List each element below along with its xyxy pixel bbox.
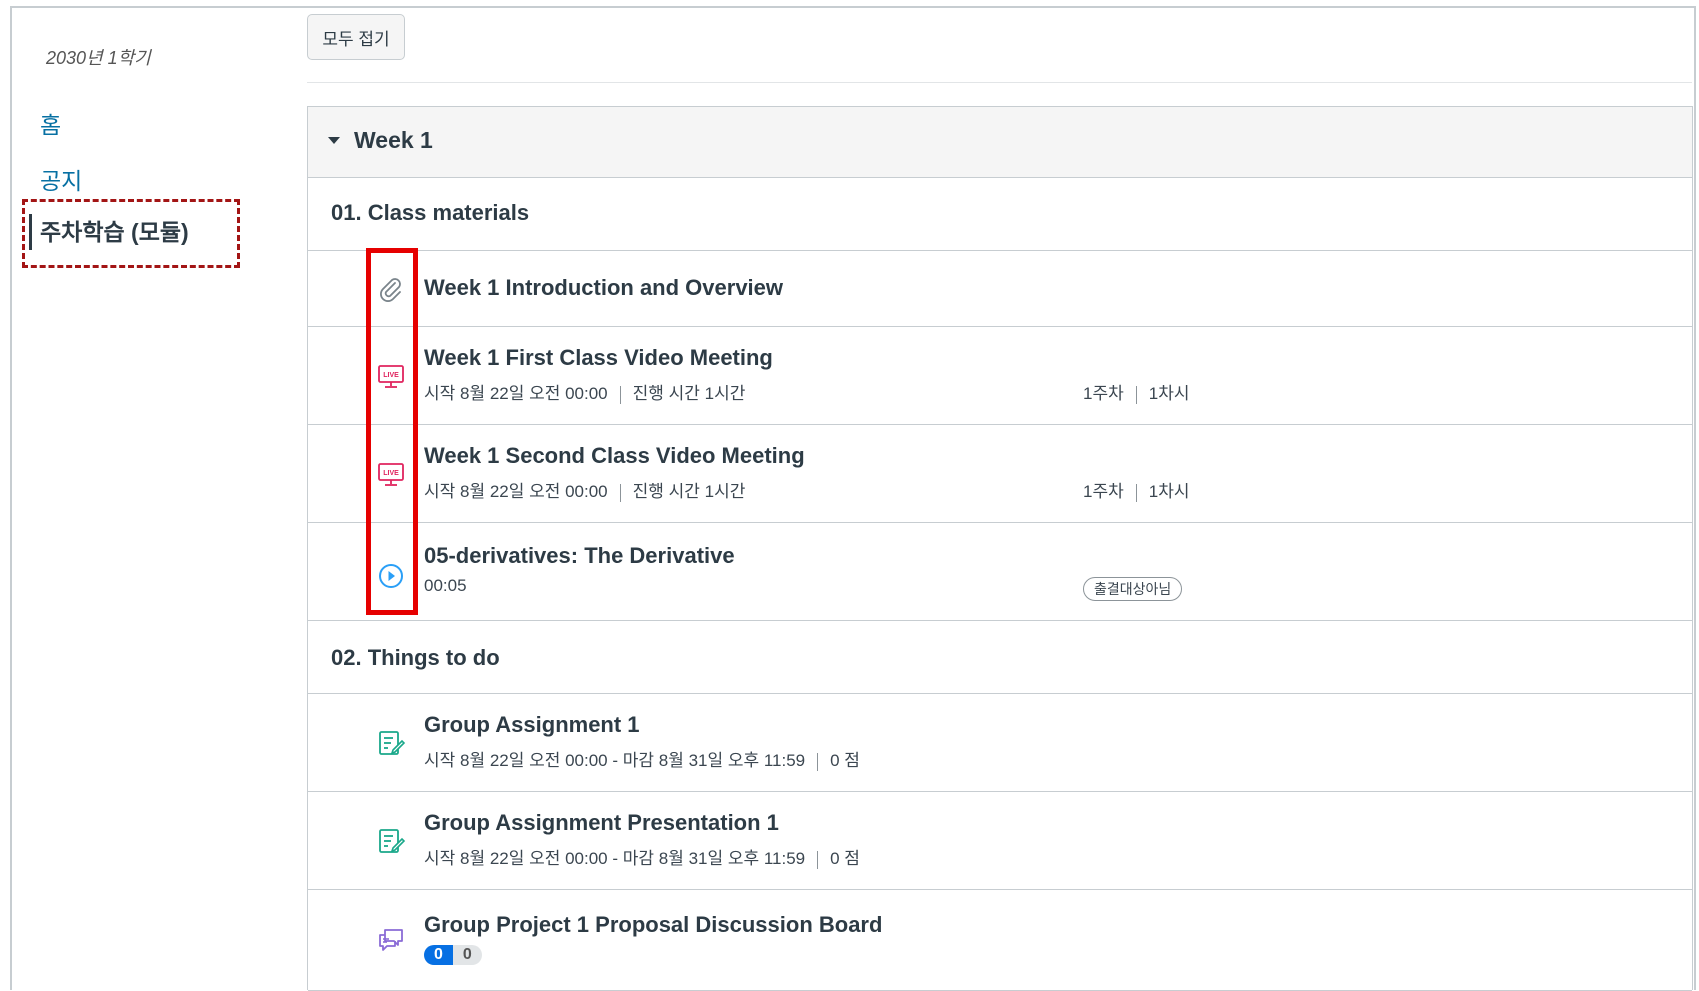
section-header: 02. Things to do bbox=[308, 621, 1692, 694]
caret-down-icon[interactable] bbox=[328, 137, 340, 144]
divider bbox=[307, 82, 1692, 83]
item-meta: 시작 8월 22일 오전 00:00 진행 시간 1시간 bbox=[424, 379, 745, 404]
item-title-link[interactable]: Week 1 Introduction and Overview bbox=[424, 275, 783, 301]
duration: 진행 시간 1시간 bbox=[632, 482, 746, 501]
nav-notice-link[interactable]: 공지 bbox=[40, 162, 82, 196]
week-label: 1주차 bbox=[1083, 482, 1124, 501]
points: 0 점 bbox=[830, 849, 860, 868]
item-meta: 시작 8월 22일 오전 00:00 - 마감 8월 31일 오후 11:59 0… bbox=[424, 746, 860, 771]
session-label: 1차시 bbox=[1148, 384, 1190, 403]
attendance-badge: 출결대상아님 bbox=[1083, 577, 1183, 601]
date-range: 시작 8월 22일 오전 00:00 - 마감 8월 31일 오후 11:59 bbox=[424, 751, 806, 770]
start-time: 시작 8월 22일 오전 00:00 bbox=[424, 482, 608, 501]
session-label: 1차시 bbox=[1148, 482, 1190, 501]
week-label: 1주차 bbox=[1083, 384, 1124, 403]
unread-count-badge: 0 bbox=[424, 945, 453, 965]
points: 0 점 bbox=[830, 751, 860, 770]
item-title-link[interactable]: Week 1 Second Class Video Meeting bbox=[424, 443, 805, 469]
module-item[interactable]: LIVE Week 1 First Class Video Meeting 시작… bbox=[308, 327, 1692, 425]
module-item[interactable]: Group Assignment 1 시작 8월 22일 오전 00:00 - … bbox=[308, 694, 1692, 792]
nav-home-link[interactable]: 홈 bbox=[40, 106, 61, 140]
assignment-icon bbox=[379, 731, 406, 755]
item-title-link[interactable]: Group Project 1 Proposal Discussion Boar… bbox=[424, 912, 882, 938]
item-title-link[interactable]: Week 1 First Class Video Meeting bbox=[424, 345, 773, 371]
item-title-link[interactable]: 05-derivatives: The Derivative bbox=[424, 543, 735, 569]
module-item[interactable]: Group Assignment Presentation 1 시작 8월 22… bbox=[308, 792, 1692, 890]
section-title: 02. Things to do bbox=[331, 645, 500, 670]
item-week-session: 1주차 1차시 bbox=[1083, 379, 1190, 404]
assignment-icon bbox=[379, 829, 406, 853]
module-panel: Week 1 01. Class materials Week 1 Introd… bbox=[307, 106, 1693, 991]
item-meta: 시작 8월 22일 오전 00:00 - 마감 8월 31일 오후 11:59 0… bbox=[424, 844, 860, 869]
item-title-link[interactable]: Group Assignment Presentation 1 bbox=[424, 810, 779, 836]
duration: 진행 시간 1시간 bbox=[632, 384, 746, 403]
section-title: 01. Class materials bbox=[331, 200, 530, 225]
item-duration: 00:05 bbox=[424, 576, 467, 595]
total-count-badge: 0 bbox=[452, 945, 482, 965]
collapse-all-button[interactable]: 모두 접기 bbox=[307, 14, 405, 60]
module-header[interactable]: Week 1 bbox=[308, 107, 1692, 178]
module-item[interactable]: LIVE Week 1 Second Class Video Meeting 시… bbox=[308, 425, 1692, 523]
module-item[interactable]: Group Project 1 Proposal Discussion Boar… bbox=[308, 890, 1692, 991]
module-title: Week 1 bbox=[354, 127, 433, 153]
item-week-session: 1주차 1차시 bbox=[1083, 477, 1190, 502]
section-header: 01. Class materials bbox=[308, 178, 1692, 251]
module-item[interactable]: 05-derivatives: The Derivative 00:05 출결대… bbox=[308, 523, 1692, 621]
highlight-dashed-box bbox=[22, 199, 240, 268]
date-range: 시작 8월 22일 오전 00:00 - 마감 8월 31일 오후 11:59 bbox=[424, 849, 806, 868]
highlight-red-box bbox=[366, 248, 418, 615]
module-item[interactable]: Week 1 Introduction and Overview bbox=[308, 251, 1692, 327]
discussion-icon bbox=[379, 929, 403, 951]
discussion-counts: 0 0 bbox=[424, 945, 482, 965]
start-time: 시작 8월 22일 오전 00:00 bbox=[424, 384, 608, 403]
term-label: 2030년 1학기 bbox=[46, 48, 151, 68]
item-meta: 시작 8월 22일 오전 00:00 진행 시간 1시간 bbox=[424, 477, 745, 502]
item-title-link[interactable]: Group Assignment 1 bbox=[424, 712, 640, 738]
